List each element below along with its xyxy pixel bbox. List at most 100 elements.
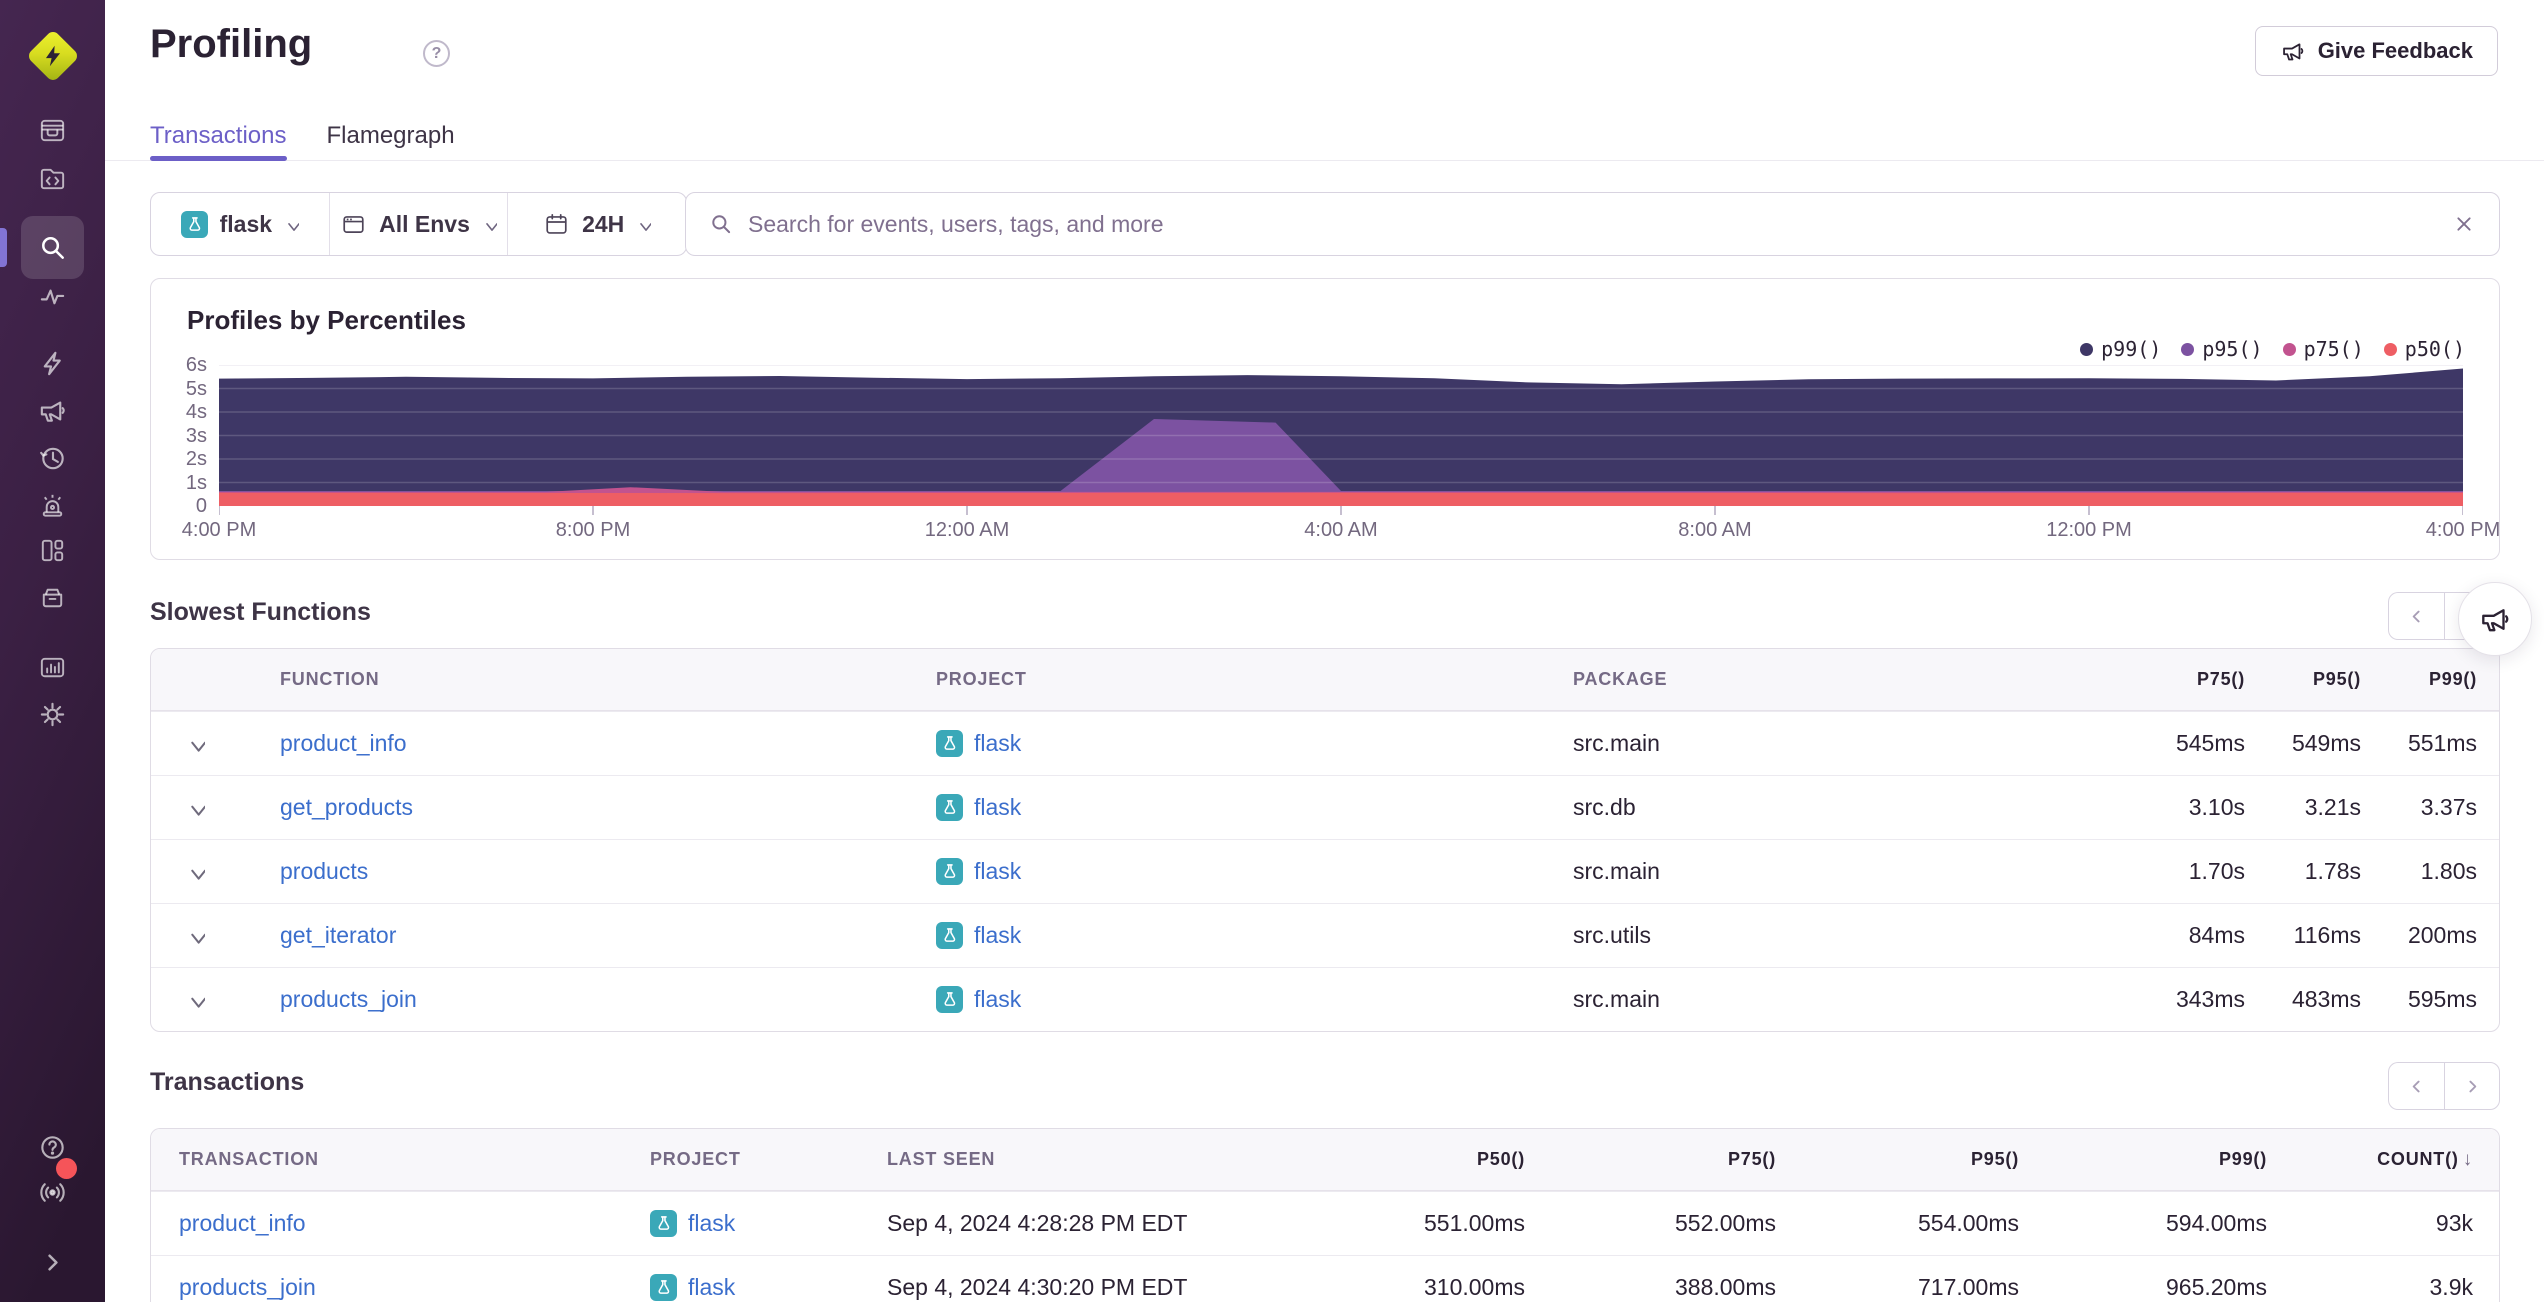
slowest-functions-header-row: FUNCTION PROJECT PACKAGE P75() P95() P99… [151, 649, 2499, 711]
table-row: product_info flask Sep 4, 2024 4:28:28 P… [151, 1191, 2499, 1255]
table-row: get_products flask src.db 3.10s 3.21s 3.… [151, 775, 2499, 839]
project-link[interactable]: flask [688, 1274, 735, 1301]
project-link[interactable]: flask [974, 858, 1021, 885]
project-filter[interactable]: flask [151, 193, 329, 255]
transactions-table: TRANSACTION PROJECT LAST SEEN P50() P75(… [150, 1128, 2500, 1302]
chevron-down-icon [190, 997, 205, 1008]
p99-cell: 594.00ms [2165, 1210, 2267, 1236]
page-filter-bar: flask All Envs 24H [150, 192, 687, 256]
legend-item-p99[interactable]: p99() [2080, 337, 2161, 361]
flask-project-icon [936, 794, 963, 821]
chart-plot-area[interactable] [218, 364, 2464, 517]
sidebar-item-releases[interactable] [21, 573, 84, 621]
page-title: Profiling [150, 22, 313, 66]
sidebar-item-stats[interactable] [21, 643, 84, 691]
sidebar-item-alerts[interactable] [21, 481, 84, 529]
last-seen-cell: Sep 4, 2024 4:30:20 PM EDT [887, 1274, 1188, 1300]
environment-filter[interactable]: All Envs [328, 193, 508, 255]
main-content: Profiling ? Give Feedback Transactions F… [105, 0, 2544, 1302]
function-link[interactable]: get_products [280, 794, 936, 821]
function-link[interactable]: get_iterator [280, 922, 936, 949]
p95-cell: 116ms [2293, 922, 2361, 948]
p95-cell: 483ms [2291, 986, 2361, 1012]
count-cell: 93k [2435, 1210, 2473, 1236]
sidebar-item-replays[interactable] [21, 434, 84, 482]
sidebar-item-explore[interactable] [21, 216, 84, 279]
sidebar-item-settings[interactable] [21, 690, 84, 738]
flask-project-icon [936, 858, 963, 885]
clear-search-icon[interactable] [2451, 211, 2477, 237]
legend-item-p50[interactable]: p50() [2383, 337, 2465, 361]
sidebar-collapse-button[interactable] [21, 1238, 84, 1286]
sidebar-item-projects[interactable] [21, 154, 84, 202]
count-cell: 3.9k [2429, 1274, 2473, 1300]
sentry-logo-diamond [26, 29, 80, 83]
expand-row-button[interactable] [175, 980, 215, 1020]
p50-cell: 310.00ms [1423, 1274, 1525, 1300]
legend-item-p75[interactable]: p75() [2282, 337, 2364, 361]
profiling-page: Profiling ? Give Feedback Transactions F… [0, 0, 2544, 1302]
tab-transactions[interactable]: Transactions [150, 112, 287, 161]
project-link[interactable]: flask [974, 794, 1021, 821]
chevron-down-icon [190, 741, 205, 752]
project-link[interactable]: flask [974, 730, 1021, 757]
column-last-seen: LAST SEEN [887, 1149, 996, 1169]
expand-row-button[interactable] [175, 788, 215, 828]
legend-dot [2282, 342, 2296, 356]
column-count-sort[interactable]: COUNT() ↓ [2267, 1149, 2473, 1171]
next-page-button[interactable] [2444, 1062, 2500, 1110]
package-cell: src.main [1573, 730, 1660, 756]
project-link[interactable]: flask [974, 922, 1021, 949]
function-link[interactable]: products_join [280, 986, 936, 1013]
column-p99: P99() [2218, 1149, 2267, 1169]
transactions-header-row: TRANSACTION PROJECT LAST SEEN P50() P75(… [151, 1129, 2499, 1191]
chart-legend: p99() p95() p75() p50() [2080, 337, 2465, 361]
date-range-filter[interactable]: 24H [507, 193, 686, 255]
sentry-logo[interactable] [25, 28, 81, 84]
function-link[interactable]: products [280, 858, 936, 885]
chart-y-axis: 6s 5s 4s 3s 2s 1s 0 [151, 354, 207, 517]
p99-cell: 965.20ms [2165, 1274, 2267, 1300]
legend-item-p95[interactable]: p95() [2181, 337, 2263, 361]
search-input[interactable]: Search for events, users, tags, and more [685, 192, 2500, 256]
p50-cell: 551.00ms [1423, 1210, 1525, 1236]
table-row: products flask src.main 1.70s 1.78s 1.80… [151, 839, 2499, 903]
expand-row-button[interactable] [175, 724, 215, 764]
megaphone-icon [2482, 609, 2509, 632]
expand-row-button[interactable] [175, 916, 215, 956]
flask-project-icon [180, 210, 208, 238]
sidebar [0, 0, 105, 1302]
chevron-down-icon [288, 222, 300, 231]
column-project: PROJECT [936, 669, 1027, 689]
sidebar-item-performance[interactable] [21, 339, 84, 387]
p95-cell: 717.00ms [1917, 1274, 2019, 1300]
expand-row-button[interactable] [175, 852, 215, 892]
y-tick-label: 3s [185, 424, 207, 447]
x-tick-label: 12:00 AM [924, 519, 1010, 541]
slowest-functions-heading: Slowest Functions [150, 598, 371, 626]
chevron-left-icon [2412, 1080, 2420, 1092]
tab-flamegraph[interactable]: Flamegraph [327, 112, 455, 160]
sidebar-item-issues[interactable] [21, 106, 84, 154]
previous-page-button[interactable] [2388, 1062, 2444, 1110]
table-row: product_info flask src.main 545ms 549ms … [151, 711, 2499, 775]
give-feedback-button[interactable]: Give Feedback [2254, 26, 2498, 76]
function-link[interactable]: product_info [280, 730, 936, 757]
p99-cell: 200ms [2407, 922, 2477, 948]
floating-feedback-button[interactable] [2458, 582, 2532, 656]
transactions-heading: Transactions [150, 1068, 305, 1096]
previous-page-button[interactable] [2388, 592, 2444, 640]
transaction-link[interactable]: products_join [179, 1274, 650, 1301]
transaction-link[interactable]: product_info [179, 1210, 650, 1237]
flask-project-icon [650, 1210, 677, 1237]
page-help-icon[interactable]: ? [423, 40, 450, 67]
y-tick-label: 6s [185, 354, 207, 376]
trace-zigzag-icon [40, 289, 65, 304]
sidebar-item-dashboards[interactable] [21, 526, 84, 574]
active-item-indicator [0, 228, 7, 267]
chevron-down-icon [190, 933, 205, 944]
project-link[interactable]: flask [688, 1210, 735, 1237]
sidebar-item-traces[interactable] [21, 271, 84, 319]
sidebar-item-feedback[interactable] [21, 386, 84, 434]
project-link[interactable]: flask [974, 986, 1021, 1013]
